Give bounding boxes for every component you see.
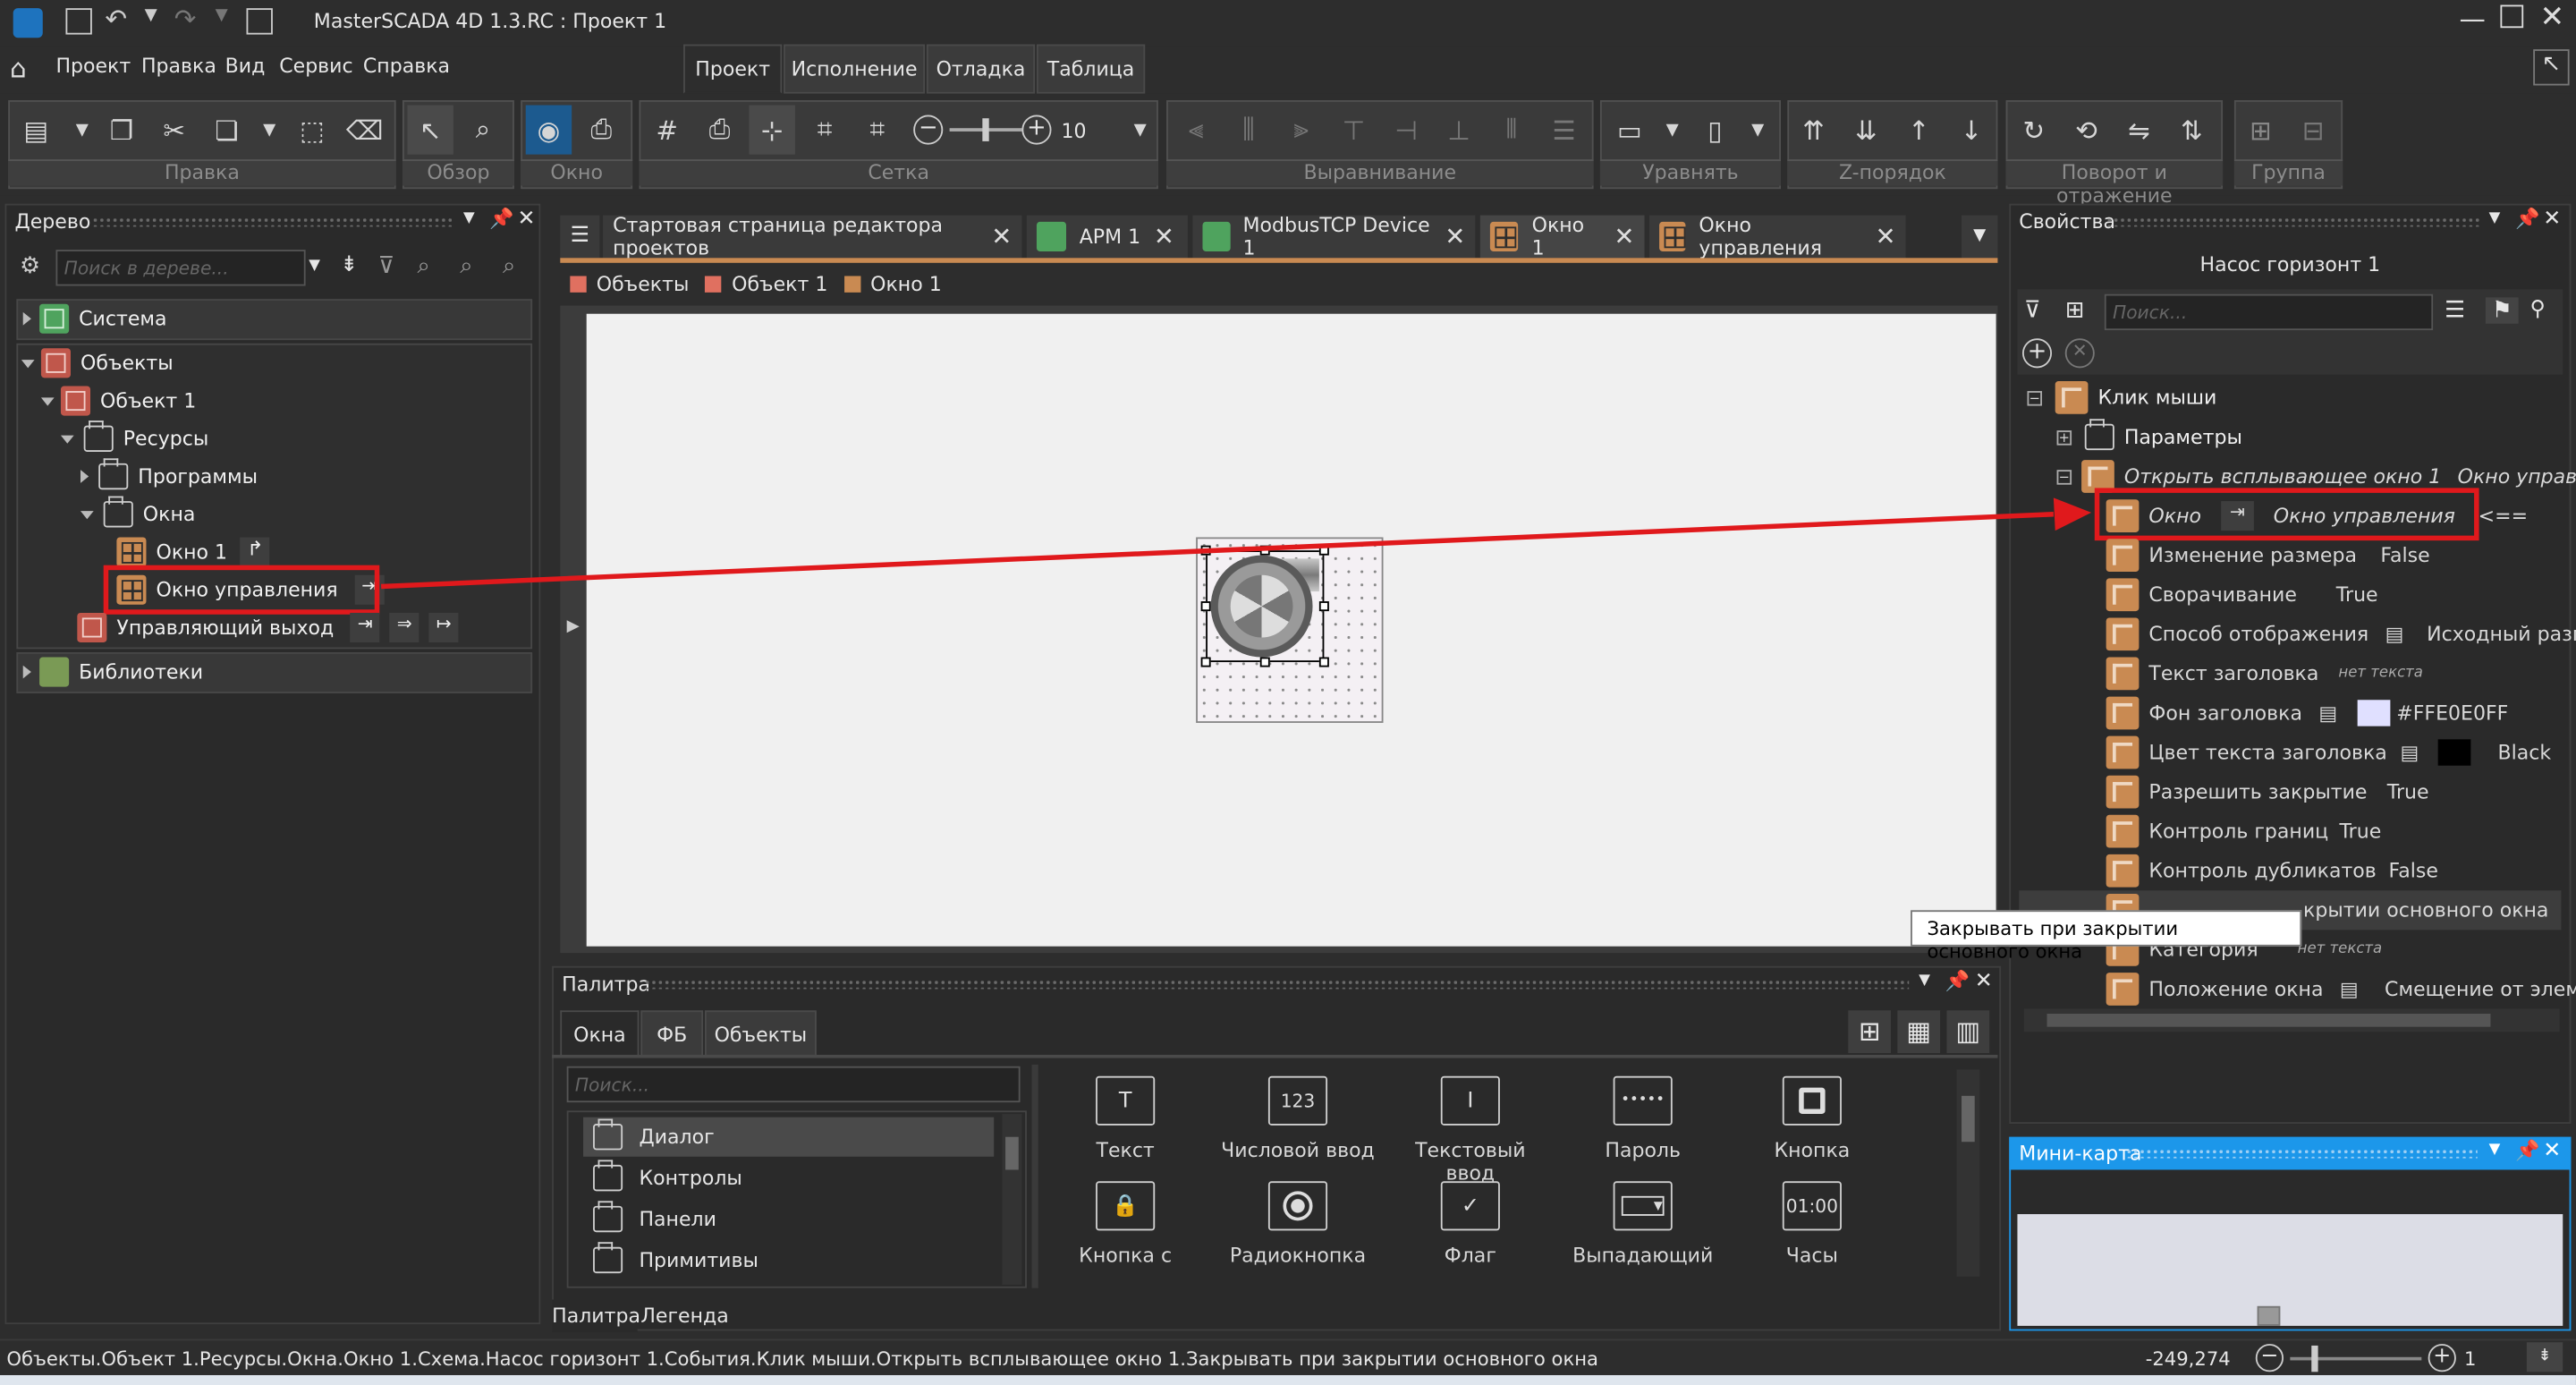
app-window: ↶ ▼ ↷ ▼ MasterSCADA 4D 1.3.RC : Проект 1… [0,0,2576,1385]
annotation-arrow [380,497,2092,590]
annotation-arrow-line [380,512,2054,590]
annotation-arrow-head [2053,497,2092,531]
